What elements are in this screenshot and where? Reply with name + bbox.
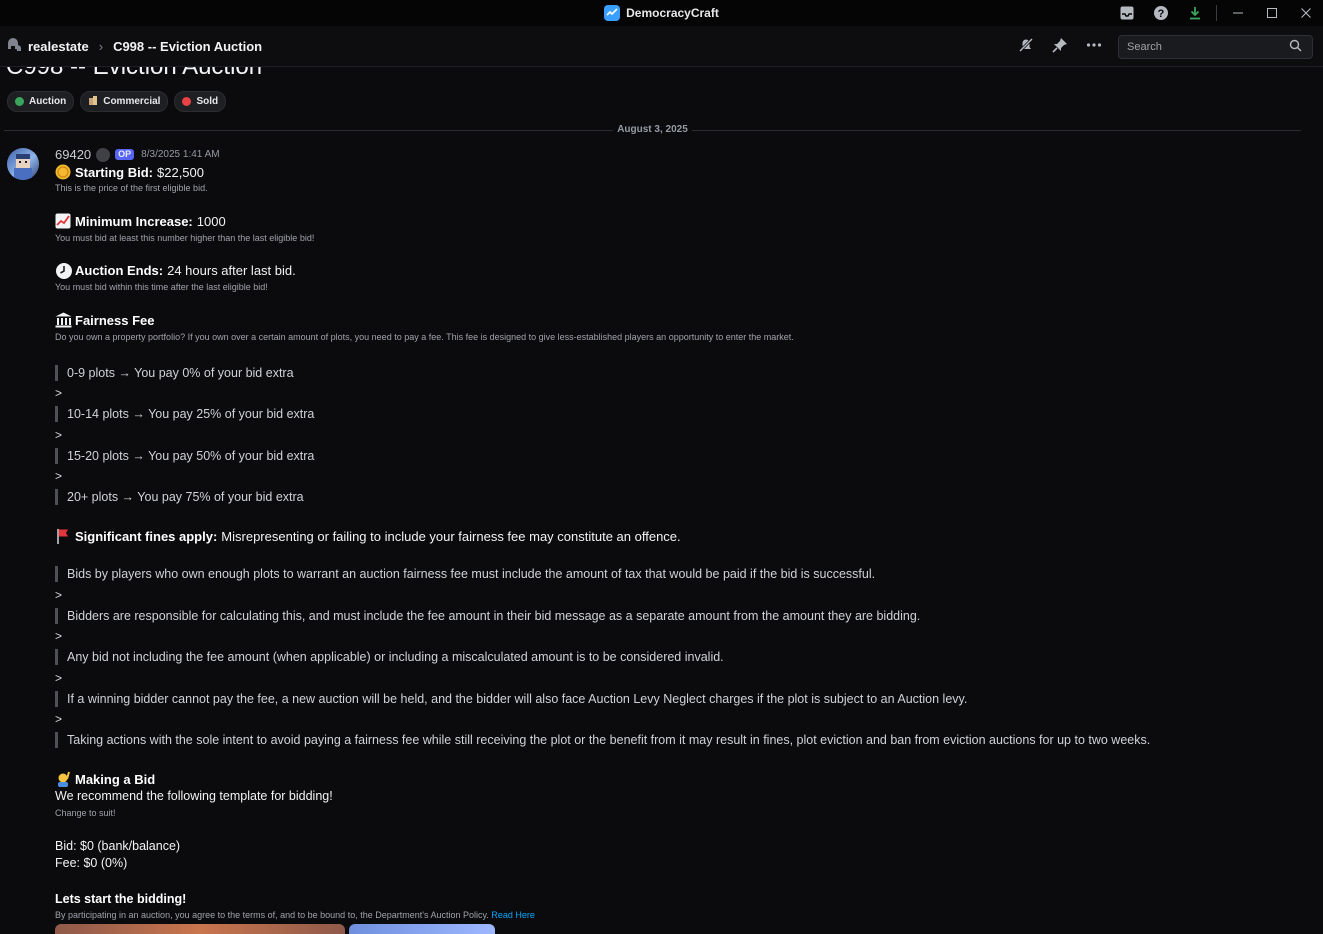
raising-hand-icon bbox=[55, 771, 71, 787]
fine-rule-1: Bidders are responsible for calculating … bbox=[55, 608, 920, 624]
fine-rule-2: Any bid not including the fee amount (wh… bbox=[55, 649, 724, 665]
help-icon[interactable]: ? bbox=[1144, 0, 1178, 26]
quote-separator: > bbox=[55, 629, 63, 643]
channel-header: realestate › C998 -- Eviction Auction bbox=[0, 26, 1323, 67]
more-options-icon[interactable] bbox=[1085, 36, 1103, 57]
min-increase-line: Minimum Increase: 1000 bbox=[55, 213, 226, 229]
mute-bell-icon[interactable] bbox=[1017, 36, 1035, 57]
download-icon[interactable] bbox=[1178, 0, 1212, 26]
op-badge: OP bbox=[115, 149, 135, 160]
auction-policy-text: By participating in an auction, you agre… bbox=[55, 910, 535, 920]
fee-template-line: Fee: $0 (0%) bbox=[55, 856, 128, 870]
quote-separator: > bbox=[55, 671, 63, 685]
attachment-image[interactable] bbox=[349, 924, 495, 934]
red-dot-icon bbox=[182, 97, 192, 106]
making-bid-text: We recommend the following template for … bbox=[55, 789, 333, 803]
tag-list: Auction Commercial Sold bbox=[7, 91, 227, 112]
tag-label: Auction bbox=[29, 96, 67, 107]
building-icon bbox=[88, 95, 98, 108]
fines-heading: Significant fines apply: Misrepresenting … bbox=[55, 528, 681, 544]
fine-rule-3: If a winning bidder cannot pay the fee, … bbox=[55, 691, 967, 707]
making-bid-heading: Making a Bid bbox=[55, 771, 155, 787]
breadcrumb-channel[interactable]: realestate bbox=[28, 39, 89, 54]
classical-building-icon bbox=[55, 312, 72, 328]
quote-separator: > bbox=[55, 712, 63, 726]
auction-ends-line: Auction Ends: 24 hours after last bid. bbox=[55, 262, 296, 279]
starting-bid-line: Starting Bid: $22,500 bbox=[55, 164, 204, 180]
red-flag-icon bbox=[55, 528, 71, 544]
making-bid-note: Change to suit! bbox=[55, 808, 116, 818]
fine-rule-4: Taking actions with the sole intent to a… bbox=[55, 732, 1150, 748]
start-bidding-heading: Lets start the bidding! bbox=[55, 892, 187, 906]
quote-separator: > bbox=[55, 428, 63, 442]
forum-channel-icon bbox=[6, 37, 22, 56]
date-divider: August 3, 2025 bbox=[0, 124, 1305, 135]
fine-rule-0: Bids by players who own enough plots to … bbox=[55, 566, 875, 582]
role-icon bbox=[96, 147, 111, 162]
min-increase-note: You must bid at least this number higher… bbox=[55, 233, 315, 243]
message-header: 69420 OP 8/3/2025 1:41 AM bbox=[55, 147, 1305, 162]
app-logo-icon bbox=[604, 5, 621, 21]
maximize-icon[interactable] bbox=[1255, 0, 1289, 26]
green-dot-icon bbox=[15, 97, 24, 106]
breadcrumb-chevron-icon: › bbox=[98, 38, 104, 54]
auction-ends-note: You must bid within this time after the … bbox=[55, 282, 268, 292]
quote-separator: > bbox=[55, 469, 63, 483]
message-timestamp: 8/3/2025 1:41 AM bbox=[141, 149, 220, 160]
fee-tier-1: 10-14 plots → You pay 25% of your bid ex… bbox=[55, 406, 314, 422]
search-box[interactable] bbox=[1118, 35, 1313, 59]
tag-auction[interactable]: Auction bbox=[7, 91, 75, 112]
attachment-image[interactable] bbox=[55, 924, 345, 934]
fairness-fee-heading: Fairness Fee bbox=[55, 312, 155, 328]
quote-separator: > bbox=[55, 588, 63, 602]
search-input[interactable] bbox=[1125, 40, 1289, 54]
chart-increasing-icon bbox=[55, 213, 71, 229]
pin-icon[interactable] bbox=[1051, 36, 1069, 57]
thread-content: C998 -- Eviction Auction Auction Commerc… bbox=[0, 67, 1323, 934]
clock-icon bbox=[55, 262, 72, 279]
breadcrumb-thread: C998 -- Eviction Auction bbox=[113, 38, 263, 54]
minimize-icon[interactable] bbox=[1221, 0, 1255, 26]
tag-label: Sold bbox=[196, 96, 219, 107]
starting-bid-note: This is the price of the first eligible … bbox=[55, 183, 208, 193]
coin-icon bbox=[55, 164, 71, 180]
app-name: DemocracyCraft bbox=[626, 6, 719, 20]
tag-label: Commercial bbox=[103, 96, 161, 107]
bid-template-line: Bid: $0 (bank/balance) bbox=[55, 839, 181, 853]
fee-tier-2: 15-20 plots → You pay 50% of your bid ex… bbox=[55, 448, 314, 464]
read-here-link[interactable]: Read Here bbox=[491, 910, 535, 920]
breadcrumb: realestate › C998 -- Eviction Auction bbox=[6, 26, 262, 66]
avatar[interactable] bbox=[7, 148, 39, 180]
fairness-fee-note: Do you own a property portfolio? If you … bbox=[55, 332, 794, 342]
inbox-icon[interactable] bbox=[1110, 0, 1144, 26]
fee-tier-0: 0-9 plots → You pay 0% of your bid extra bbox=[55, 365, 294, 381]
post-title: C998 -- Eviction Auction bbox=[6, 67, 262, 81]
quote-separator: > bbox=[55, 386, 63, 400]
titlebar-separator bbox=[1216, 5, 1217, 21]
tag-sold[interactable]: Sold bbox=[174, 91, 227, 112]
author-name[interactable]: 69420 bbox=[55, 147, 91, 162]
search-icon bbox=[1289, 39, 1302, 55]
close-icon[interactable] bbox=[1289, 0, 1323, 26]
title-bar: DemocracyCraft ? bbox=[0, 0, 1323, 26]
fee-tier-3: 20+ plots → You pay 75% of your bid extr… bbox=[55, 489, 304, 505]
message: 69420 OP 8/3/2025 1:41 AM Starting Bid: $… bbox=[55, 147, 1305, 934]
svg-text:?: ? bbox=[1158, 8, 1165, 20]
tag-commercial[interactable]: Commercial bbox=[80, 91, 169, 112]
